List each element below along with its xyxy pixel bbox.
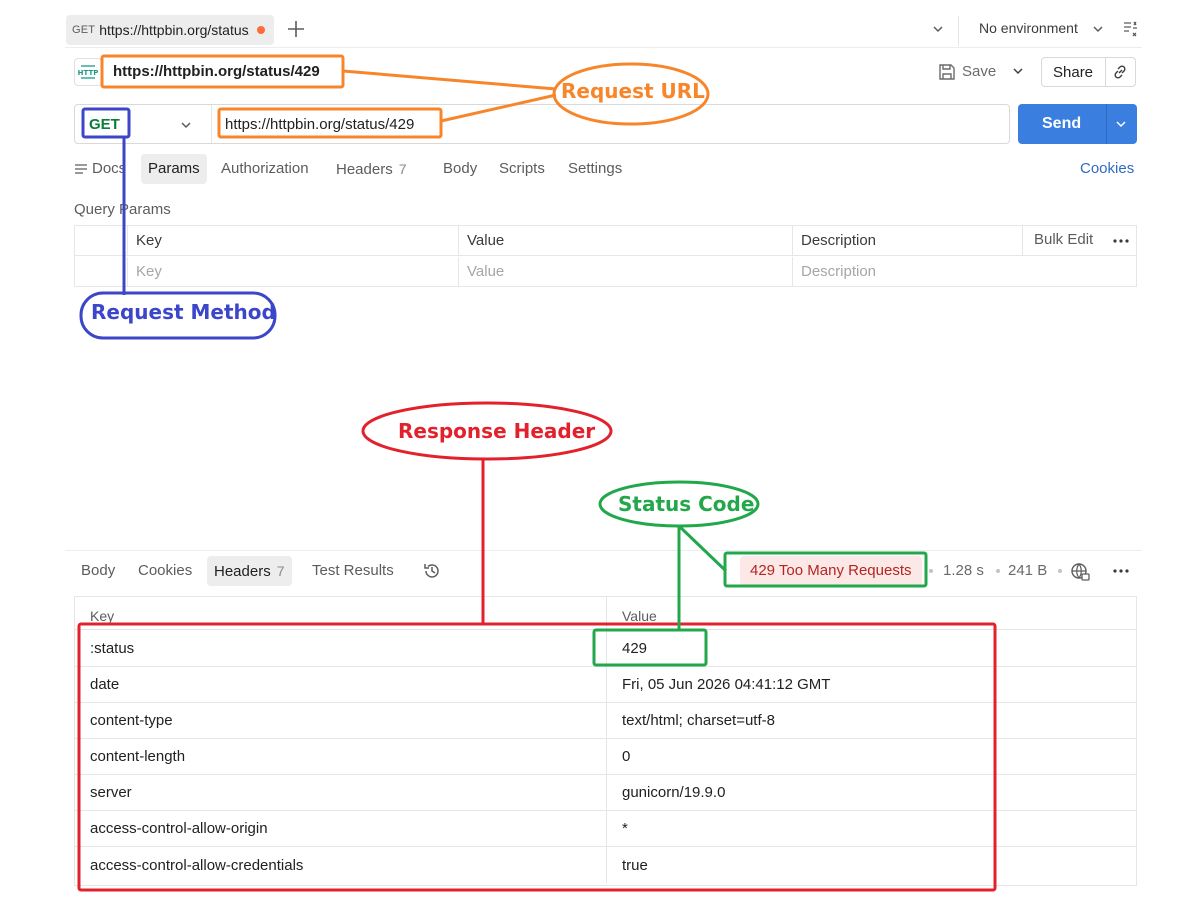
header-key: content-type [90,712,173,729]
resp-tab-headers[interactable]: Headers 7 [207,556,292,586]
column-header: Key [127,226,458,256]
globe-icon[interactable] [1070,562,1090,582]
key-input[interactable]: Key [127,257,458,287]
resp-tab-cookies[interactable]: Cookies [138,556,192,586]
chevron-down-icon[interactable] [931,22,945,36]
tab-scripts[interactable]: Scripts [499,154,545,184]
chevron-down-icon[interactable] [179,118,193,132]
separator-dot [996,569,1000,573]
header-key: date [90,676,120,693]
column-header: Description [792,226,1022,256]
tab-authorization[interactable]: Authorization [221,154,309,184]
separator-dot [929,569,933,573]
divider [65,550,1142,551]
save-button[interactable]: Save [962,63,996,80]
request-name[interactable]: https://httpbin.org/status/429 [113,63,320,80]
headers-count-badge: 7 [398,161,407,177]
save-icon[interactable] [937,62,957,82]
divider [958,16,959,46]
separator-dot [1058,569,1062,573]
header-key: content-length [90,748,186,765]
query-params-label: Query Params [74,201,171,218]
table-row: access-control-allow-credentials true [75,847,1136,883]
header-value: true [606,847,1136,883]
send-button-group: Send [1018,104,1137,144]
tab-docs[interactable]: Docs [92,154,126,184]
table-row: :status 429 [75,631,1136,667]
environment-selector[interactable]: No environment [979,20,1078,36]
header-key: :status [90,640,135,657]
response-size[interactable]: 241 B [1008,556,1047,586]
header-value: 0 [606,739,1136,774]
table-row: Key Value Description [75,257,1136,287]
resp-tab-test-results[interactable]: Test Results [312,556,394,586]
url-input[interactable]: https://httpbin.org/status/429 [225,116,414,133]
description-input[interactable]: Description [792,257,1136,287]
table-header-row: Key Value [75,597,1136,630]
tab-body[interactable]: Body [443,154,477,184]
method-select[interactable]: GET [89,116,120,133]
table-row: access-control-allow-origin * [75,811,1136,847]
svg-text:HTTP: HTTP [78,69,98,77]
status-badge[interactable]: 429 Too Many Requests [740,556,922,586]
query-params-table: Key Value Description Bulk Edit Key Valu… [74,225,1137,287]
share-button[interactable]: Share [1053,64,1093,81]
docs-icon [75,164,87,174]
table-row: server gunicorn/19.9.0 [75,775,1136,811]
chevron-down-icon[interactable] [1011,64,1025,78]
value-input[interactable]: Value [458,257,792,287]
share-button-group: Share [1041,57,1136,87]
header-value: gunicorn/19.9.0 [606,775,1136,810]
tab-title: https://httpbin.org/status/429 [99,22,249,38]
tab-settings[interactable]: Settings [568,154,622,184]
unsaved-dot-icon [257,26,265,34]
tab-params[interactable]: Params [141,154,207,184]
env-settings-icon[interactable] [1122,20,1140,38]
column-header: Value [606,597,1136,629]
header-key: access-control-allow-origin [90,820,268,837]
response-time[interactable]: 1.28 s [943,556,984,586]
history-icon[interactable] [422,561,442,581]
divider [211,105,212,143]
more-icon[interactable] [1111,563,1131,579]
request-tab[interactable]: GET https://httpbin.org/status/429 [66,15,274,45]
headers-count-badge: 7 [276,563,285,579]
send-button[interactable]: Send [1042,115,1081,133]
table-row: content-type text/html; charset=utf-8 [75,703,1136,739]
header-value: * [606,811,1136,846]
more-icon[interactable] [1111,233,1131,249]
header-key: server [90,784,132,801]
tab-method: GET [72,24,96,36]
request-tabs: Docs Params Authorization Headers 7 Body … [74,154,1137,184]
postman-app: GET https://httpbin.org/status/429 No en… [65,14,1142,900]
resp-tab-headers-label: Headers [214,563,271,580]
bulk-edit-button[interactable]: Bulk Edit [1034,226,1093,254]
column-header: Value [458,226,792,256]
tab-bar: GET https://httpbin.org/status/429 No en… [65,14,1142,48]
response-headers-table: Key Value :status 429 date Fri, 05 Jun 2… [74,596,1137,886]
chevron-down-icon[interactable] [1114,117,1128,131]
response-tabs: Body Cookies Headers 7 Test Results 429 T… [74,556,1137,586]
header-value: text/html; charset=utf-8 [606,703,1136,738]
table-header-row: Key Value Description Bulk Edit [75,226,1136,256]
plus-icon[interactable] [285,18,307,40]
divider [1105,58,1106,86]
tab-headers-label: Headers [336,161,393,178]
chevron-down-icon[interactable] [1091,22,1105,36]
url-bar: GET https://httpbin.org/status/429 [74,104,1010,144]
header-value: Fri, 05 Jun 2026 04:41:12 GMT [606,667,1136,702]
http-icon: HTTP [74,58,102,86]
table-row: date Fri, 05 Jun 2026 04:41:12 GMT [75,667,1136,703]
header-value: 429 [606,631,1136,666]
link-icon[interactable] [1112,64,1128,80]
tab-headers[interactable]: Headers 7 [336,154,407,184]
resp-tab-body[interactable]: Body [81,556,115,586]
cookies-link[interactable]: Cookies [1080,154,1134,184]
divider [1106,104,1107,144]
column-header: Key [90,608,115,624]
header-key: access-control-allow-credentials [90,856,304,874]
table-row: content-length 0 [75,739,1136,775]
